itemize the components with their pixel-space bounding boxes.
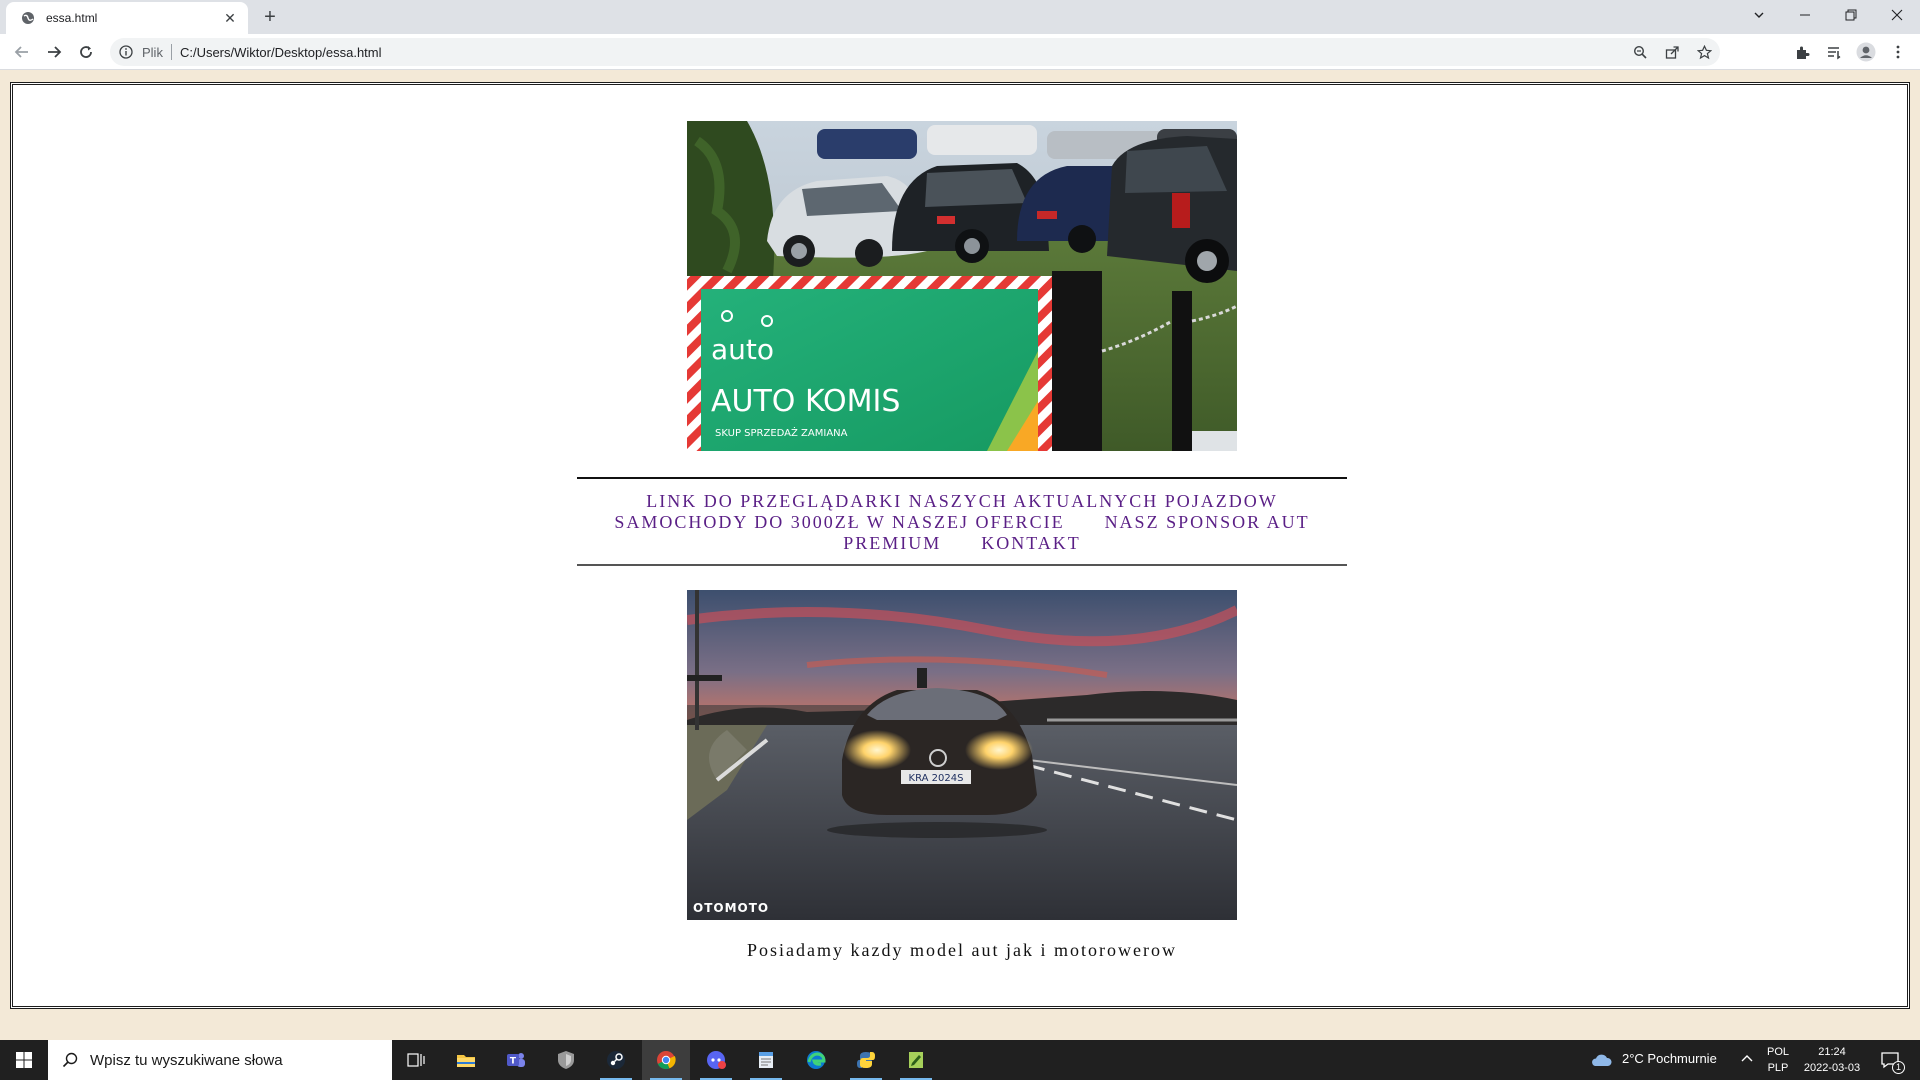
page-frame: auto AUTO KOMIS SKUP SPRZEDAŻ ZAMIANA LI… [10,82,1910,1009]
clock[interactable]: 21:24 2022-03-03 [1796,1044,1868,1076]
menu-kebab-icon[interactable] [1882,38,1914,66]
task-view-icon[interactable] [392,1040,440,1080]
clock-date: 2022-03-03 [1803,1062,1861,1074]
chrome-icon[interactable] [642,1040,690,1080]
tab-title: essa.html [46,11,98,25]
toolbar-right [1786,38,1914,66]
language-code: POL [1766,1046,1789,1058]
close-tab-icon[interactable]: ✕ [222,10,238,26]
sign-brand-text: auto [711,333,774,366]
close-window-icon[interactable] [1874,0,1920,30]
extensions-icon[interactable] [1786,38,1818,66]
new-tab-button[interactable]: + [260,6,280,28]
discord-icon[interactable] [692,1040,740,1080]
file-explorer-icon[interactable] [442,1040,490,1080]
notepad-app-icon[interactable] [742,1040,790,1080]
page-viewport: auto AUTO KOMIS SKUP SPRZEDAŻ ZAMIANA LI… [0,71,1920,1041]
models-tagline: Posiadamy kazdy model aut jak i motorowe… [747,940,1177,960]
nav-links: LINK DO PRZEGLĄDARKI NASZYCH AKTUALNYCH … [577,477,1347,566]
windows-start-icon[interactable] [0,1040,48,1080]
browser-tab[interactable]: essa.html ✕ [6,2,248,34]
sign-sub-text: SKUP SPRZEDAŻ ZAMIANA [715,426,848,439]
notepadpp-icon[interactable] [892,1040,940,1080]
otomoto-watermark: OTOMOTO [693,901,769,915]
notification-count-badge: 1 [1892,1061,1905,1074]
keyboard-layout: PLP [1767,1062,1789,1074]
back-icon[interactable] [10,40,34,64]
search-placeholder: Wpisz tu wyszukiwane słowa [90,1051,283,1069]
omnibox-separator [170,44,172,60]
teams-icon[interactable]: T [492,1040,540,1080]
chevron-up-icon[interactable] [1740,1052,1754,1071]
minimize-icon[interactable] [1782,0,1828,30]
browser-tab-bar: essa.html ✕ + [0,0,1920,34]
zoom-icon[interactable] [1624,38,1656,66]
nav-line-2: SAMOCHODY DO 3000ZŁ W NASZEJ OFERCIE NASZ… [577,512,1347,554]
browser-toolbar: Plik C:/Users/Wiktor/Desktop/essa.html [0,34,1920,70]
link-vehicle-browser[interactable]: LINK DO PRZEGLĄDARKI NASZYCH AKTUALNYCH … [646,491,1277,511]
steam-icon[interactable] [592,1040,640,1080]
clock-time: 21:24 [1818,1046,1846,1058]
site-info-label[interactable]: Plik [142,45,163,60]
url-text[interactable]: C:/Users/Wiktor/Desktop/essa.html [180,45,382,60]
link-contact[interactable]: KONTAKT [981,533,1081,553]
language-indicator[interactable]: POL PLP [1764,1044,1792,1076]
globe-icon [20,10,36,26]
car-photo-sunset: KRA 2024S OTOMOTO [687,590,1237,920]
profile-avatar-icon[interactable] [1850,38,1882,66]
reload-icon[interactable] [74,40,98,64]
svg-text:T: T [510,1057,517,1067]
cloud-weather-icon[interactable] [1586,1040,1616,1080]
omnibox-actions [1624,38,1720,66]
nav-line-1: LINK DO PRZEGLĄDARKI NASZYCH AKTUALNYCH … [577,491,1347,512]
python-icon[interactable] [842,1040,890,1080]
taskbar-search-input[interactable]: Wpisz tu wyszukiwane słowa [48,1040,392,1080]
search-icon [62,1052,78,1068]
info-icon[interactable] [118,44,134,60]
weather-text[interactable]: 2°C Pochmurnie [1622,1051,1717,1066]
hero-image-car-lot: auto AUTO KOMIS SKUP SPRZEDAŻ ZAMIANA [687,121,1237,451]
edge-icon[interactable] [792,1040,840,1080]
restore-icon[interactable] [1828,0,1874,30]
reading-list-icon[interactable] [1818,38,1850,66]
link-cars-under-3000[interactable]: SAMOCHODY DO 3000ZŁ W NASZEJ OFERCIE [614,512,1064,532]
forward-icon[interactable] [42,40,66,64]
sign-title-text: AUTO KOMIS [711,384,900,419]
windows-taskbar: Wpisz tu wyszukiwane słowa T 2°C Pochmur… [0,1040,1920,1080]
defender-shield-icon[interactable] [542,1040,590,1080]
share-icon[interactable] [1656,38,1688,66]
tab-search-icon[interactable] [1736,0,1782,30]
license-plate-text: KRA 2024S [909,773,964,784]
bookmark-star-icon[interactable] [1688,38,1720,66]
address-bar[interactable]: Plik C:/Users/Wiktor/Desktop/essa.html [110,38,1720,66]
